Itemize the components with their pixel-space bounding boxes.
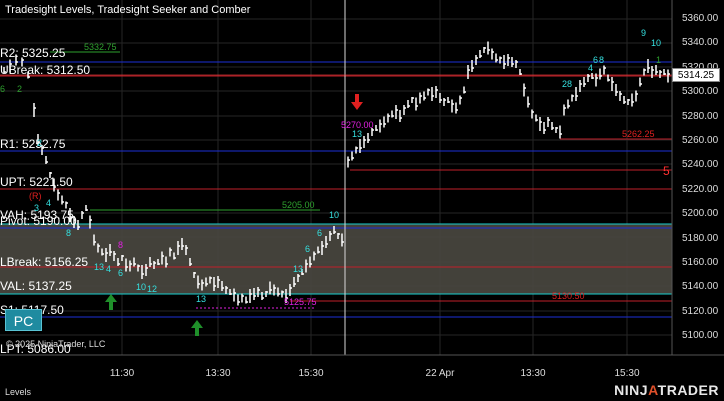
lbreak-label: LBreak: 5156.25 xyxy=(0,255,89,269)
value-area-band xyxy=(0,224,672,294)
target-5332-label: 5332.75 xyxy=(84,42,117,52)
time-tick-label: 11:30 xyxy=(109,368,135,379)
target-5130-label: 5130.50 xyxy=(552,291,585,301)
count-label: 10 xyxy=(329,210,340,220)
count-label: 12 xyxy=(147,284,158,294)
count-label: 28 xyxy=(562,79,573,89)
target-5205-label: 5205.00 xyxy=(282,200,315,210)
price-tick-label: 5180.00 xyxy=(682,232,719,244)
price-tick-label: 5300.00 xyxy=(682,86,719,98)
copyright-notice: © 2025 NinjaTrader, LLC xyxy=(6,339,106,349)
count-label: 6 xyxy=(593,55,599,65)
count-label: 13 xyxy=(94,262,105,272)
count-label: 9 xyxy=(641,28,647,38)
count-label: 8 xyxy=(118,240,124,250)
count-label: 1 xyxy=(656,55,662,65)
count-label: 13 xyxy=(293,264,304,274)
count-label: 8 xyxy=(599,55,605,65)
pivot-label: Pivot: 5190.00 xyxy=(0,214,77,228)
count-label: 4 xyxy=(106,264,112,274)
price-tick-label: 5100.00 xyxy=(682,330,719,342)
val-label: VAL: 5137.25 xyxy=(0,279,72,293)
r2-label: R2: 5325.25 xyxy=(0,46,66,60)
price-tick-label: 5280.00 xyxy=(682,110,719,122)
price-tick-label: 5120.00 xyxy=(682,305,719,317)
count-label: 6 xyxy=(118,268,124,278)
count-label: 10 xyxy=(136,282,147,292)
count-label: 4 xyxy=(46,198,52,208)
grid-lines xyxy=(0,0,672,355)
time-tick-label: 15:30 xyxy=(298,368,324,379)
price-tick-label: 5200.00 xyxy=(682,208,719,220)
current-price-badge: 5314.25 xyxy=(672,68,720,82)
price-tick-label: 5240.00 xyxy=(682,159,719,171)
count-label: 13 xyxy=(352,129,363,139)
count-label: 6 xyxy=(305,244,311,254)
pc-button[interactable]: PC xyxy=(5,309,42,331)
price-tick-label: 5360.00 xyxy=(682,13,719,24)
r1-label: R1: 5252.75 xyxy=(0,137,66,151)
price-tick-label: 5160.00 xyxy=(682,257,719,268)
price-tick-label: 5140.00 xyxy=(682,281,719,293)
target-5125-label: 5125.75 xyxy=(284,297,317,307)
count-label: 3 xyxy=(34,203,40,213)
count-label: 8 xyxy=(66,228,72,238)
target-5-label: 5 xyxy=(663,164,670,178)
upt-label: UPT: 5221.50 xyxy=(0,175,73,189)
count-label: 13 xyxy=(196,294,207,304)
time-tick-label: 22 Apr xyxy=(425,368,455,379)
count-label: 6 xyxy=(0,84,6,94)
chart-title: Tradesight Levels, Tradesight Seeker and… xyxy=(5,4,251,16)
panel-label: Levels xyxy=(5,387,32,397)
count-label: 2 xyxy=(17,84,23,94)
sell-arrow xyxy=(351,94,363,110)
buy-arrow-1 xyxy=(105,294,117,310)
count-label: 10 xyxy=(651,38,662,48)
buy-arrow-2 xyxy=(191,320,203,336)
count-label: 2 xyxy=(37,138,43,148)
price-tick-label: 5220.00 xyxy=(682,183,719,195)
price-chart[interactable] xyxy=(0,0,724,401)
time-tick-label: 13:30 xyxy=(520,368,546,379)
ninjatrader-logo: NINJATRADER xyxy=(614,382,719,398)
r-marker: (R) xyxy=(29,191,42,201)
price-tick-label: 5260.00 xyxy=(682,135,719,146)
target-5262-label: 5262.25 xyxy=(622,129,655,139)
time-tick-label: 13:30 xyxy=(205,368,231,379)
time-tick-label: 15:30 xyxy=(614,368,640,379)
ubreak-label: UBreak: 5312.50 xyxy=(0,63,91,77)
count-label: 6 xyxy=(317,228,323,238)
price-tick-label: 5340.00 xyxy=(682,37,719,49)
